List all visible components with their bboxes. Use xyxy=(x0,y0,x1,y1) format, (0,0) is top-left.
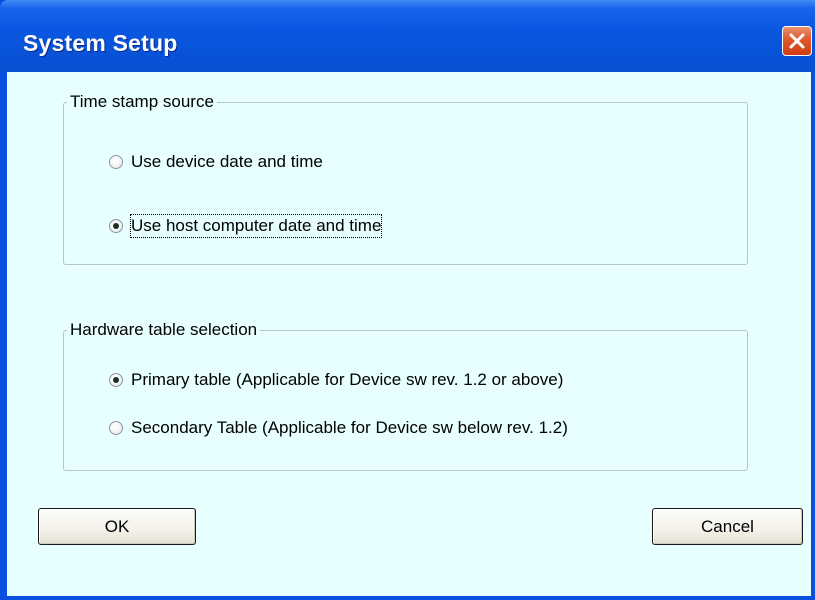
radio-primary-table[interactable]: Primary table (Applicable for Device sw … xyxy=(109,370,729,395)
radio-use-device-time[interactable]: Use device date and time xyxy=(109,152,409,177)
close-icon xyxy=(789,33,805,49)
radio-dot-icon xyxy=(113,377,119,383)
cancel-button[interactable]: Cancel xyxy=(652,508,803,545)
title-bar[interactable]: System Setup xyxy=(0,0,815,72)
timestamp-source-label: Time stamp source xyxy=(67,92,217,112)
radio-label-secondary-table: Secondary Table (Applicable for Device s… xyxy=(131,418,568,437)
radio-button-unselected[interactable] xyxy=(109,155,123,169)
radio-button-unselected[interactable] xyxy=(109,421,123,435)
radio-dot-icon xyxy=(113,223,119,229)
radio-label-host-time: Use host computer date and time xyxy=(129,214,383,238)
radio-label-device-time: Use device date and time xyxy=(131,152,323,171)
dialog-body: Time stamp source Use device date and ti… xyxy=(7,72,811,596)
ok-button[interactable]: OK xyxy=(38,508,196,545)
radio-secondary-table[interactable]: Secondary Table (Applicable for Device s… xyxy=(109,418,729,443)
radio-button-selected[interactable] xyxy=(109,219,123,233)
radio-button-selected[interactable] xyxy=(109,373,123,387)
close-button[interactable] xyxy=(782,26,812,56)
radio-label-primary-table: Primary table (Applicable for Device sw … xyxy=(131,370,564,389)
hardware-table-group: Hardware table selection Primary table (… xyxy=(63,320,748,471)
radio-use-host-time[interactable]: Use host computer date and time xyxy=(109,214,489,241)
window-title: System Setup xyxy=(23,30,178,56)
hardware-table-label: Hardware table selection xyxy=(67,320,261,340)
system-setup-dialog: System Setup Time stamp source Use devic… xyxy=(0,0,815,600)
timestamp-source-group: Time stamp source Use device date and ti… xyxy=(63,92,748,265)
